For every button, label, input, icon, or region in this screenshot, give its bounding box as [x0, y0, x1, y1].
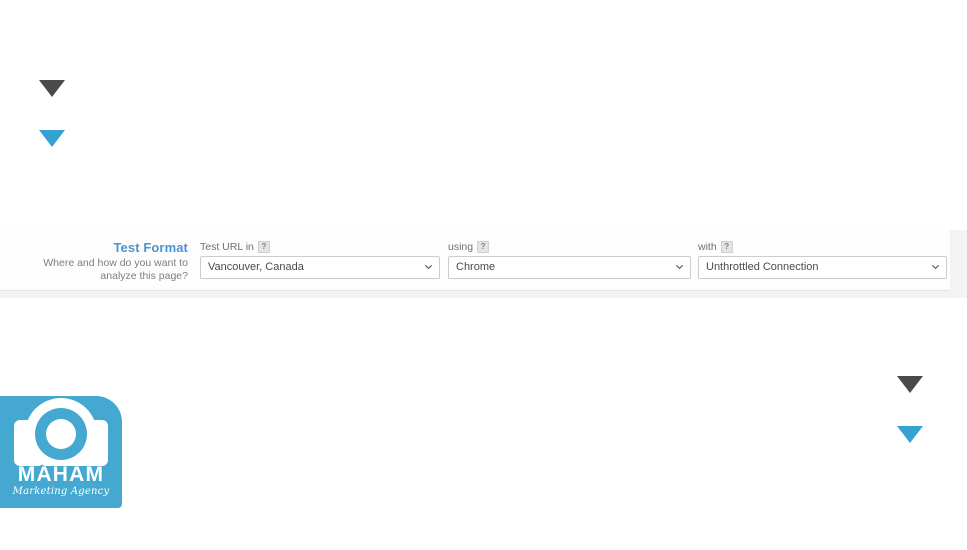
- triangle-top-left-blue: [39, 130, 65, 147]
- label-browser: using ?: [448, 241, 691, 253]
- triangle-bottom-right-dark: [897, 376, 923, 393]
- help-icon-browser[interactable]: ?: [477, 241, 490, 253]
- field-browser: using ? Chrome: [448, 241, 691, 279]
- help-icon-connection[interactable]: ?: [720, 241, 733, 253]
- camera-bubble-icon: [14, 398, 108, 470]
- select-browser-value: Chrome: [456, 261, 496, 273]
- test-format-heading: Test Format Where and how do you want to…: [10, 240, 188, 282]
- label-connection-text: with: [698, 241, 717, 253]
- triangle-top-left-dark: [39, 80, 65, 97]
- logo-tagline: Marketing Agency: [12, 486, 110, 497]
- select-connection-value: Unthrottled Connection: [706, 261, 819, 273]
- triangle-bottom-right-blue: [897, 426, 923, 443]
- chevron-down-icon-location: [425, 265, 432, 269]
- label-browser-text: using: [448, 241, 474, 253]
- chevron-down-icon-browser: [676, 265, 683, 269]
- test-format-subtitle: Where and how do you want to analyze thi…: [10, 257, 188, 282]
- test-format-subtitle-line1: Where and how do you want to: [43, 257, 188, 269]
- label-test-url-location: Test URL in ?: [200, 241, 440, 253]
- label-test-url-location-text: Test URL in: [200, 241, 254, 253]
- field-connection: with ? Unthrottled Connection: [698, 241, 947, 279]
- select-test-url-location-value: Vancouver, Canada: [208, 261, 304, 273]
- test-format-panel: Test Format Where and how do you want to…: [0, 230, 950, 291]
- logo-name: MAHAM: [17, 463, 105, 486]
- test-format-subtitle-line2: analyze this page?: [100, 269, 188, 282]
- select-connection[interactable]: Unthrottled Connection: [698, 256, 947, 279]
- label-connection: with ?: [698, 241, 947, 253]
- select-browser[interactable]: Chrome: [448, 256, 691, 279]
- help-icon-test-url-location[interactable]: ?: [257, 241, 270, 253]
- field-test-url-location: Test URL in ? Vancouver, Canada: [200, 241, 440, 279]
- test-format-band: Test Format Where and how do you want to…: [0, 230, 967, 298]
- chevron-down-icon-connection: [932, 265, 939, 269]
- maham-logo: MAHAM Marketing Agency: [0, 396, 122, 508]
- select-test-url-location[interactable]: Vancouver, Canada: [200, 256, 440, 279]
- test-format-title: Test Format: [113, 240, 188, 255]
